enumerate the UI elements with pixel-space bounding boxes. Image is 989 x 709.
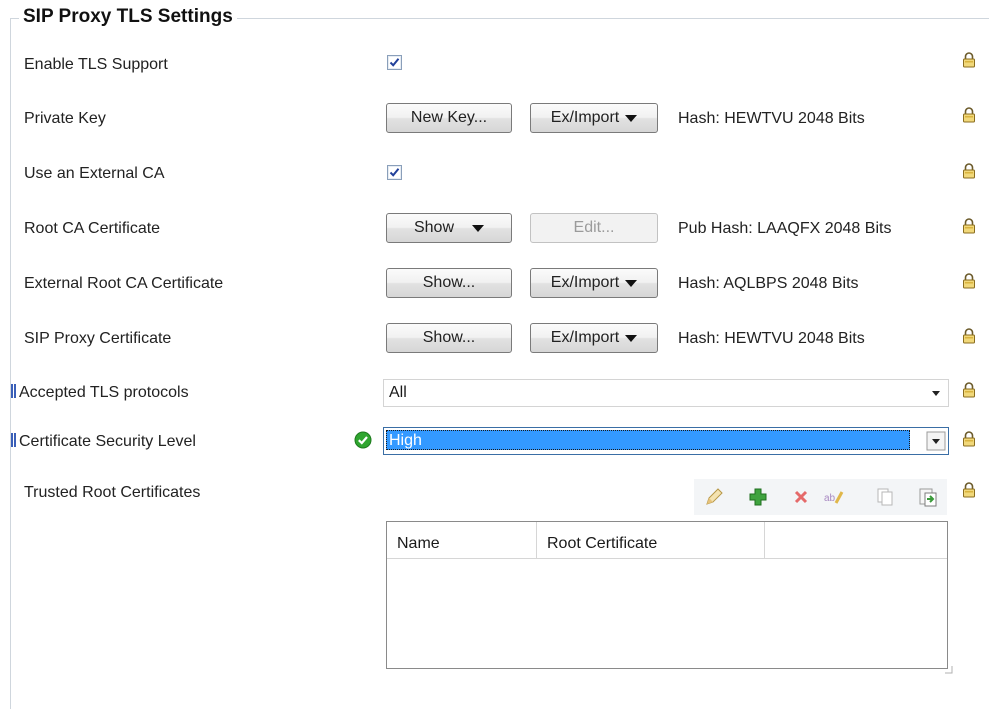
cert-security-select[interactable]: High: [383, 427, 949, 455]
cert-security-label: Certificate Security Level: [11, 433, 196, 451]
table-header: Name Root Certificate: [387, 522, 947, 559]
lock-icon[interactable]: [962, 431, 976, 447]
lock-icon[interactable]: [962, 163, 976, 179]
lock-icon[interactable]: [962, 328, 976, 344]
lock-icon[interactable]: [962, 482, 976, 498]
lock-icon[interactable]: [962, 273, 976, 289]
trusted-roots-label: Trusted Root Certificates: [24, 484, 201, 501]
modified-marker: [14, 433, 16, 447]
chevron-down-icon: [625, 334, 638, 342]
trusted-roots-table[interactable]: Name Root Certificate: [386, 521, 953, 674]
chevron-down-icon[interactable]: [926, 431, 946, 451]
cert-security-label-text: Certificate Security Level: [19, 433, 196, 450]
lock-icon[interactable]: [962, 382, 976, 398]
modified-marker: [11, 384, 13, 398]
chevron-down-icon: [472, 224, 485, 232]
edit-icon[interactable]: [703, 486, 725, 508]
accepted-tls-select[interactable]: All: [383, 379, 949, 407]
ext-root-ca-show-button[interactable]: Show...: [386, 268, 512, 298]
chevron-down-icon: [625, 114, 638, 122]
private-key-ex-import-button[interactable]: Ex/Import: [530, 103, 658, 133]
section-title: SIP Proxy TLS Settings: [19, 6, 237, 28]
rename-icon[interactable]: ab: [823, 486, 845, 508]
ext-root-ca-ex-import-button[interactable]: Ex/Import: [530, 268, 658, 298]
show-label: Show: [413, 219, 455, 236]
show-label: Show...: [422, 274, 476, 291]
paste-icon[interactable]: [917, 486, 939, 508]
modified-marker: [11, 433, 13, 447]
ex-import-label: Ex/Import: [550, 109, 620, 126]
checkmark-icon: [389, 58, 400, 67]
new-key-button[interactable]: New Key...: [386, 103, 512, 133]
accepted-tls-label-text: Accepted TLS protocols: [19, 384, 189, 401]
accepted-tls-label: Accepted TLS protocols: [11, 384, 189, 402]
column-header-name[interactable]: Name: [387, 522, 537, 558]
cert-security-value: High: [386, 430, 910, 450]
resize-grip-icon[interactable]: [943, 664, 953, 674]
copy-icon[interactable]: [874, 486, 896, 508]
sip-proxy-cert-ex-import-button[interactable]: Ex/Import: [530, 323, 658, 353]
delete-icon[interactable]: [790, 486, 812, 508]
valid-check-icon: [354, 431, 372, 449]
ext-root-ca-label: External Root CA Certificate: [24, 275, 224, 292]
sip-proxy-cert-label: SIP Proxy Certificate: [24, 330, 172, 347]
ex-import-label: Ex/Import: [550, 329, 620, 346]
modified-marker: [14, 384, 16, 398]
enable-tls-checkbox[interactable]: [387, 55, 402, 70]
root-ca-edit-button[interactable]: Edit...: [530, 213, 658, 243]
root-ca-pub-hash: Pub Hash: LAAQFX 2048 Bits: [678, 220, 892, 237]
add-icon[interactable]: [747, 486, 769, 508]
show-label: Show...: [422, 329, 476, 346]
column-header-empty: [765, 522, 949, 558]
checkmark-icon: [389, 168, 400, 177]
external-ca-checkbox[interactable]: [387, 165, 402, 180]
external-ca-label: Use an External CA: [24, 165, 165, 182]
root-ca-show-button[interactable]: Show: [386, 213, 512, 243]
private-key-label: Private Key: [24, 110, 106, 127]
ext-root-ca-hash: Hash: AQLBPS 2048 Bits: [678, 275, 859, 292]
chevron-down-icon[interactable]: [926, 383, 946, 403]
chevron-down-icon: [625, 279, 638, 287]
table-toolbar: [694, 479, 947, 515]
edit-label: Edit...: [573, 219, 615, 236]
accepted-tls-value: All: [389, 384, 407, 401]
svg-text:ab: ab: [824, 493, 836, 504]
sip-proxy-cert-show-button[interactable]: Show...: [386, 323, 512, 353]
new-key-button-label: New Key...: [410, 109, 488, 126]
lock-icon[interactable]: [962, 52, 976, 68]
column-header-root-certificate[interactable]: Root Certificate: [537, 522, 765, 558]
lock-icon[interactable]: [962, 107, 976, 123]
private-key-hash: Hash: HEWTVU 2048 Bits: [678, 110, 865, 127]
enable-tls-label: Enable TLS Support: [24, 56, 168, 73]
root-ca-label: Root CA Certificate: [24, 220, 161, 237]
lock-icon[interactable]: [962, 218, 976, 234]
sip-proxy-cert-hash: Hash: HEWTVU 2048 Bits: [678, 330, 865, 347]
ex-import-label: Ex/Import: [550, 274, 620, 291]
